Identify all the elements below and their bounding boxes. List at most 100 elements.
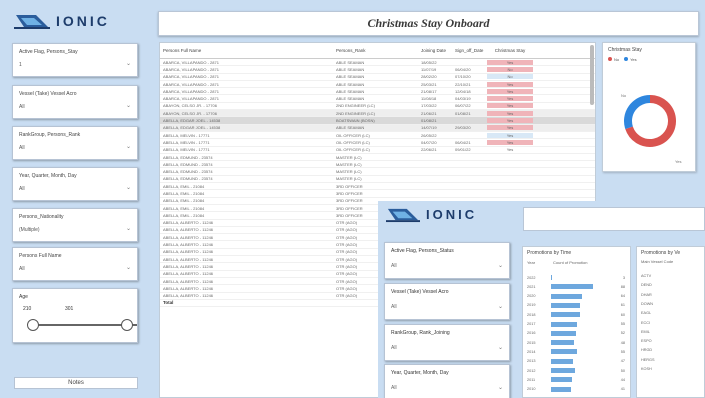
bar[interactable] — [551, 349, 578, 355]
table-row[interactable]: ABELLA, EDMUND - 23574 MASTER (LC) — [160, 154, 595, 162]
list-item[interactable]: DEND — [641, 283, 652, 290]
chevron-down-icon[interactable]: ⌄ — [126, 225, 131, 232]
table-row[interactable]: ABELLA, EDMUND - 23574 MASTER (LC) — [160, 161, 595, 169]
table-row[interactable]: ABELLA, MELVIN - 17771 OIL OFFICER (LC) 04… — [160, 139, 595, 147]
bar-row[interactable]: 2011 44 — [527, 376, 627, 383]
cell-name: ABELLA, ALBERTO - 11246 — [163, 242, 214, 248]
column-header[interactable]: Year — [527, 260, 535, 265]
table-scrollbar[interactable] — [590, 45, 594, 105]
slicer-label: Active Flag, Persons_Stay — [19, 49, 78, 55]
list-item[interactable]: HERGS — [641, 358, 655, 365]
bar[interactable] — [551, 302, 581, 308]
bar-row[interactable]: 2014 55 — [527, 348, 627, 355]
chevron-down-icon[interactable]: ⌄ — [126, 143, 131, 150]
slider-min-handle[interactable] — [27, 319, 39, 331]
chevron-down-icon[interactable]: ⌄ — [498, 384, 503, 391]
table-row[interactable]: ABARCA, VILLAPANDO - 2871 ABLE SEAMAN 18/0… — [160, 59, 595, 67]
chevron-down-icon[interactable]: ⌄ — [126, 264, 131, 271]
overlay-slicer-vessel[interactable]: Vessel (Take) Vessel Acro All ⌄ — [384, 283, 510, 320]
chevron-down-icon[interactable]: ⌄ — [498, 262, 503, 269]
column-header[interactable]: Sign_off_Date — [455, 48, 487, 53]
range-max-value[interactable]: 301 — [65, 306, 73, 312]
bar[interactable] — [551, 358, 574, 364]
slicer-value: All — [391, 263, 397, 269]
column-header[interactable]: Christmas Stay — [487, 48, 533, 53]
table-row[interactable]: ABARCA, VILLAPANDO - 2871 ABLE SEAMAN 21/0… — [160, 88, 595, 96]
bar[interactable] — [551, 330, 576, 336]
slider-max-handle[interactable] — [121, 319, 133, 331]
overlay-slicer-date[interactable]: Year, Quarter, Month, Day All ⌄ — [384, 364, 510, 398]
list-item[interactable]: ESPO — [641, 339, 652, 346]
chevron-down-icon[interactable]: ⌄ — [498, 303, 503, 310]
bar-row[interactable]: 2017 55 — [527, 321, 627, 328]
bar-row[interactable]: 2018 60 — [527, 311, 627, 318]
table-row[interactable]: ABAYON, CELSO JR. - 17706 2ND ENGINEER (L… — [160, 103, 595, 111]
overlay-slicer-rank[interactable]: RankGroup, Rank_Joining All ⌄ — [384, 324, 510, 361]
bar[interactable] — [551, 293, 582, 299]
cell-christmas-stay: Yes — [487, 88, 533, 94]
slicer-vessel[interactable]: Vessel (Take) Vessel Acro All ⌄ — [12, 85, 138, 119]
slicer-nationality[interactable]: Persons_Nationality (Multiple) ⌄ — [12, 208, 138, 242]
table-row[interactable]: ABARCA, VILLAPANDO - 2871 ABLE SEAMAN 11/0… — [160, 66, 595, 74]
list-item[interactable]: ACTV — [641, 274, 651, 281]
chevron-down-icon[interactable]: ⌄ — [126, 102, 131, 109]
bar-row[interactable]: 2012 50 — [527, 367, 627, 374]
bar[interactable] — [551, 284, 593, 290]
bar-row[interactable]: 2022 3 — [527, 274, 627, 281]
slicer-age-range[interactable]: Age 210 301 — [12, 288, 138, 343]
slicer-active-flag[interactable]: Active Flag, Persons_Stay 1 ⌄ — [12, 43, 138, 77]
list-item[interactable]: DOWN — [641, 302, 653, 309]
bar[interactable] — [551, 368, 575, 373]
table-row[interactable]: ABARCA, VILLAPANDO - 2871 ABLE SEAMAN 25/0… — [160, 81, 595, 89]
overlay-slicer-status[interactable]: Active Flag, Persons_Status All ⌄ — [384, 242, 510, 279]
bar[interactable] — [551, 312, 580, 318]
column-header[interactable]: Count of Promotion — [553, 260, 593, 265]
chevron-down-icon[interactable]: ⌄ — [498, 344, 503, 351]
table-row[interactable]: ABARCA, VILLAPANDO - 2871 ABLE SEAMAN 11/0… — [160, 95, 595, 103]
table-row[interactable]: ABELLA, MELVIN - 17771 OIL OFFICER (LC) 26… — [160, 132, 595, 140]
bar-row[interactable]: 2013 47 — [527, 358, 627, 365]
range-min-value[interactable]: 210 — [23, 306, 31, 312]
legend-item-yes[interactable]: Yes — [624, 57, 637, 62]
donut-slice-yes[interactable] — [624, 95, 651, 130]
cell-christmas-stay: Yes — [487, 132, 533, 138]
list-item[interactable]: EMIL — [641, 330, 650, 337]
table-row[interactable]: ABELLA, EDMUND - 23574 MASTER (LC) — [160, 176, 595, 184]
bar-row[interactable]: 2020 64 — [527, 293, 627, 300]
list-item[interactable]: KOSH — [641, 367, 652, 374]
bar[interactable] — [551, 340, 574, 346]
bar-row[interactable]: 2010 41 — [527, 386, 627, 393]
bar[interactable] — [551, 377, 572, 383]
list-item[interactable]: ECCI — [641, 321, 650, 328]
table-row[interactable]: ABELLA, EMIL - 21084 3RD OFFICER — [160, 190, 595, 198]
bar-row[interactable]: 2016 52 — [527, 330, 627, 337]
bar[interactable] — [551, 386, 571, 392]
list-item[interactable]: DHAR — [641, 293, 652, 300]
slicer-rank-group[interactable]: RankGroup, Persons_Rank All ⌄ — [12, 126, 138, 160]
chevron-down-icon[interactable]: ⌄ — [126, 184, 131, 191]
table-row[interactable]: ABELLA, MELVIN - 17771 OIL OFFICER (LC) 22… — [160, 147, 595, 154]
bar-category-label: 2014 — [527, 349, 536, 354]
column-header[interactable]: Persons Full Name — [163, 48, 336, 53]
table-row[interactable]: ABELLA, EDGAR JOEL - 14538 ABLE SEAMAN 14/… — [160, 124, 595, 132]
list-item[interactable]: EAGL — [641, 311, 651, 318]
bar-row[interactable]: 2021 88 — [527, 283, 627, 290]
table-row[interactable]: ABELLA, EDMUND - 23574 MASTER (LC) — [160, 168, 595, 176]
table-row[interactable]: ABELLA, EMIL - 21084 3RD OFFICER — [160, 183, 595, 191]
slicer-full-name[interactable]: Persons Full Name All ⌄ — [12, 247, 138, 281]
column-header[interactable]: Main Vessel Code — [641, 259, 673, 264]
list-item[interactable]: HRGD — [641, 348, 652, 355]
table-row[interactable]: ABAYON, CELSO JR. - 17706 2ND ENGINEER (L… — [160, 110, 595, 118]
table-row[interactable]: ABARCA, VILLAPANDO - 2871 ABLE SEAMAN 28/0… — [160, 74, 595, 81]
legend-item-no[interactable]: No — [608, 57, 619, 62]
table-row[interactable]: ABELLA, EDGAR JOEL - 14538 BOATSWAIN (BOS… — [160, 117, 595, 125]
bar[interactable] — [551, 321, 578, 327]
column-header[interactable]: Persons_Rank — [336, 48, 421, 53]
column-header[interactable]: Joining Date — [421, 48, 455, 53]
notes-button[interactable]: Notes — [14, 377, 138, 389]
bar-row[interactable]: 2015 48 — [527, 339, 627, 346]
bar[interactable] — [551, 275, 553, 280]
slicer-date[interactable]: Year, Quarter, Month, Day All ⌄ — [12, 167, 138, 201]
bar-row[interactable]: 2019 61 — [527, 302, 627, 309]
chevron-down-icon[interactable]: ⌄ — [126, 60, 131, 67]
